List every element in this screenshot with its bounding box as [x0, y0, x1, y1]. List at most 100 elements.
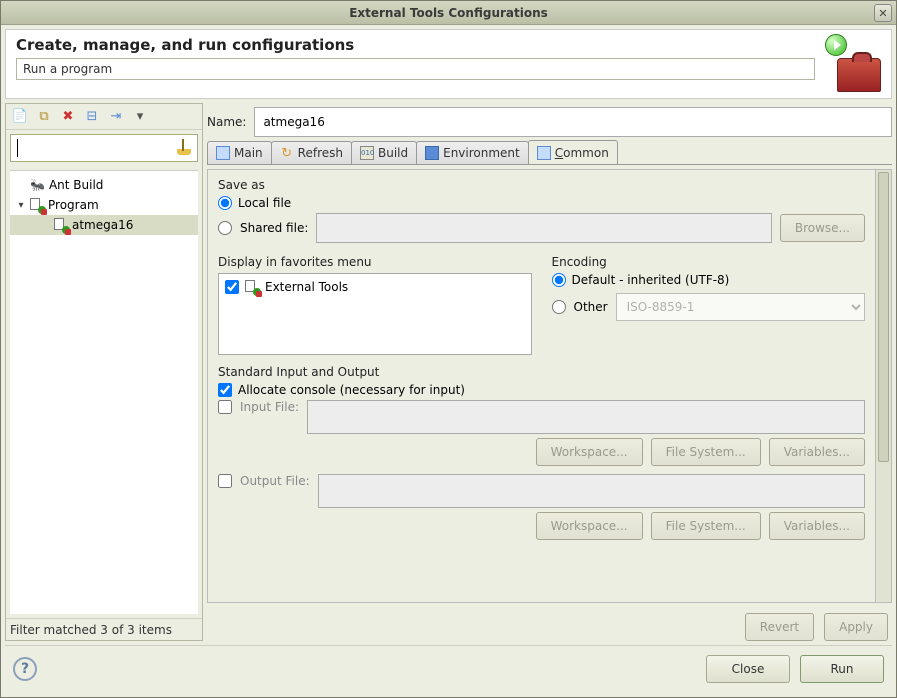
shared-file-input [316, 213, 771, 243]
output-file-input [318, 474, 865, 508]
tab-main[interactable]: Main [207, 141, 272, 164]
tree-label: atmega16 [72, 218, 133, 232]
name-row: Name: [207, 103, 892, 137]
collapse-all-icon[interactable]: ⊟ [84, 109, 100, 125]
common-tab-content: Save as Local file Shared file: Browse..… [208, 170, 875, 602]
external-tools-icon [245, 280, 259, 294]
left-toolbar: 📄 ⧉ ✖ ⊟ ⇥ ▾ [6, 104, 202, 130]
new-config-icon[interactable]: 📄 [12, 109, 28, 125]
browse-button: Browse... [780, 214, 865, 242]
save-as-title: Save as [218, 178, 865, 192]
configurations-pane: 📄 ⧉ ✖ ⊟ ⇥ ▾ 🐜 An [5, 103, 203, 641]
body-row: 📄 ⧉ ✖ ⊟ ⇥ ▾ 🐜 An [5, 103, 892, 641]
vertical-scrollbar[interactable] [875, 170, 891, 602]
tab-label: Main [234, 146, 263, 160]
delete-config-icon[interactable]: ✖ [60, 109, 76, 125]
favorites-item-label: External Tools [265, 280, 348, 294]
allocate-console-row: Allocate console (necessary for input) [218, 383, 865, 397]
encoding-combo: ISO-8859-1 [616, 293, 865, 321]
dialog-content: Create, manage, and run configurations R… [1, 25, 896, 697]
encoding-default-radio[interactable] [552, 273, 566, 287]
tab-common[interactable]: Common [528, 140, 618, 164]
revert-apply-row: Revert Apply [207, 607, 892, 641]
shared-file-row: Shared file: Browse... [218, 213, 865, 243]
tab-build[interactable]: Build [351, 141, 417, 164]
output-variables-button: Variables... [769, 512, 865, 540]
close-button[interactable]: Close [706, 655, 790, 683]
program-icon [54, 218, 68, 232]
output-file-row: Output File: [218, 474, 865, 508]
header-subtitle: Run a program [16, 58, 815, 80]
input-file-input [307, 400, 865, 434]
tab-environment[interactable]: Environment [416, 141, 529, 164]
input-variables-button: Variables... [769, 438, 865, 466]
local-file-radio[interactable] [218, 196, 232, 210]
tab-label: Environment [443, 146, 520, 160]
encoding-other-radio[interactable] [552, 300, 566, 314]
scrollbar-thumb[interactable] [878, 172, 889, 462]
shared-file-radio[interactable] [218, 221, 232, 235]
allocate-console-label: Allocate console (necessary for input) [238, 383, 465, 397]
input-btn-row: Workspace... File System... Variables... [218, 438, 865, 466]
favorites-checkbox[interactable] [225, 280, 239, 294]
name-input[interactable] [254, 107, 892, 137]
tab-label: Refresh [298, 146, 343, 160]
ant-icon: 🐜 [30, 178, 45, 192]
run-button[interactable]: Run [800, 655, 884, 683]
favorites-item[interactable]: External Tools [225, 280, 525, 294]
shared-file-label: Shared file: [240, 221, 308, 235]
output-workspace-button: Workspace... [536, 512, 643, 540]
tab-content-scroll: Save as Local file Shared file: Browse..… [207, 169, 892, 603]
window-close-button[interactable]: ✕ [874, 4, 892, 22]
titlebar: External Tools Configurations ✕ [1, 1, 896, 25]
program-icon [30, 198, 44, 212]
encoding-default-row: Default - inherited (UTF-8) [552, 273, 866, 287]
tree-item-program[interactable]: ▾ Program [10, 195, 198, 215]
config-tree[interactable]: 🐜 Ant Build ▾ Program atmega16 [10, 170, 198, 614]
tree-item-ant-build[interactable]: 🐜 Ant Build [10, 175, 198, 195]
encoding-other-row: Other ISO-8859-1 [552, 293, 866, 321]
tree-label: Program [48, 198, 99, 212]
two-col: Display in favorites menu External Tools [218, 253, 865, 355]
filter-status: Filter matched 3 of 3 items [6, 618, 202, 640]
encoding-default-label: Default - inherited (UTF-8) [572, 273, 730, 287]
tree-item-atmega16[interactable]: atmega16 [10, 215, 198, 235]
favorites-title: Display in favorites menu [218, 255, 532, 269]
favorites-list[interactable]: External Tools [218, 273, 532, 355]
twisty-icon[interactable]: ▾ [16, 200, 26, 211]
header-title: Create, manage, and run configurations [16, 36, 815, 54]
help-button[interactable]: ? [13, 657, 37, 681]
input-workspace-button: Workspace... [536, 438, 643, 466]
allocate-console-checkbox[interactable] [218, 383, 232, 397]
header-icon [825, 36, 881, 92]
output-filesystem-button: File System... [651, 512, 761, 540]
filter-menu-icon[interactable]: ▾ [132, 109, 148, 125]
input-filesystem-button: File System... [651, 438, 761, 466]
filter-field-wrap [6, 130, 202, 166]
header-banner: Create, manage, and run configurations R… [5, 29, 892, 99]
local-file-label: Local file [238, 196, 291, 210]
duplicate-config-icon[interactable]: ⧉ [36, 109, 52, 125]
io-title: Standard Input and Output [218, 365, 865, 379]
expand-icon[interactable]: ⇥ [108, 109, 124, 125]
encoding-other-label: Other [574, 300, 608, 314]
apply-button: Apply [824, 613, 888, 641]
io-section: Standard Input and Output Allocate conso… [218, 365, 865, 540]
name-label: Name: [207, 115, 246, 129]
tab-strip: Main ↻Refresh Build Environment Common [207, 141, 892, 165]
input-file-checkbox[interactable] [218, 400, 232, 414]
output-file-label: Output File: [240, 474, 310, 488]
input-file-label: Input File: [240, 400, 299, 414]
encoding-title: Encoding [552, 255, 866, 269]
local-file-radio-row: Local file [218, 196, 865, 210]
toolbox-icon [837, 58, 881, 92]
clear-filter-icon[interactable] [175, 139, 193, 157]
filter-input[interactable] [10, 134, 198, 162]
input-file-row: Input File: [218, 400, 865, 434]
dialog-window: External Tools Configurations ✕ Create, … [0, 0, 897, 698]
tab-refresh[interactable]: ↻Refresh [271, 141, 352, 164]
favorites-col: Display in favorites menu External Tools [218, 253, 532, 355]
output-file-checkbox[interactable] [218, 474, 232, 488]
output-btn-row: Workspace... File System... Variables... [218, 512, 865, 540]
tree-label: Ant Build [49, 178, 103, 192]
